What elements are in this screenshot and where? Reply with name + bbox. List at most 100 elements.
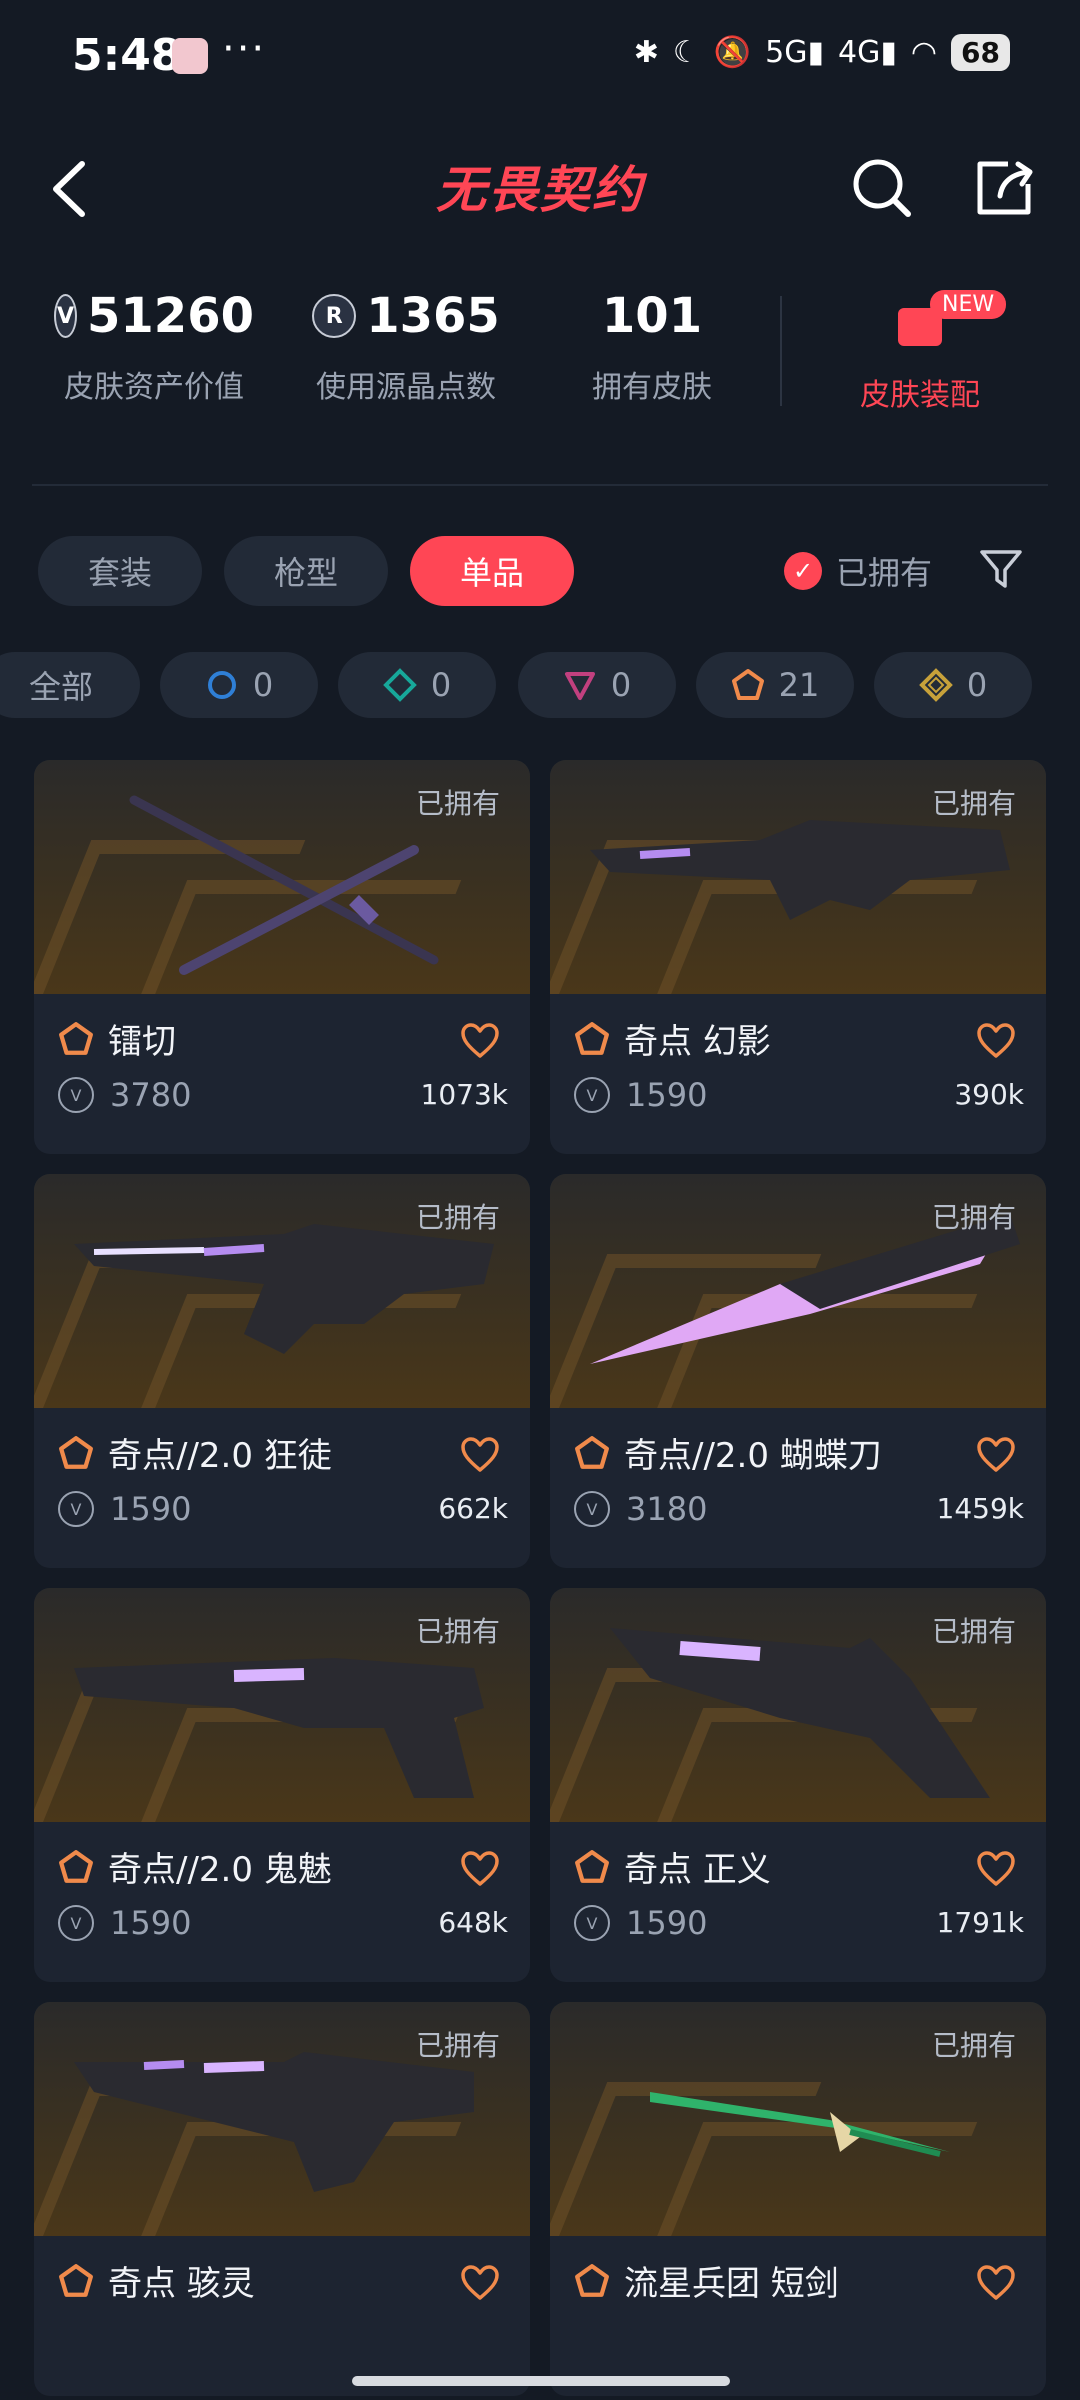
skin-image: 已拥有 [550,1174,1046,1408]
ultra-tier-icon [575,1435,609,1469]
tab-bundles[interactable]: 套装 [38,536,203,606]
owned-label: 已拥有 [931,2029,1016,2062]
owned-skins-stat: 101 拥有皮肤 [592,288,712,405]
category-tabs: 套装 枪型 单品 [38,536,575,606]
owned-label: 已拥有 [415,1615,500,1648]
skin-image: 已拥有 [34,760,530,994]
skin-name: 奇点//2.0 狂徒 [108,1436,332,1476]
checkmark-icon: ✓ [784,552,822,590]
skin-name: 奇点 骇灵 [108,2264,255,2304]
skin-price: 1590 [626,1076,708,1114]
favorite-heart-icon[interactable] [976,1850,1016,1888]
cell-signal-5g-icon: 5G▮ [765,35,824,70]
valorant-points-icon: V [574,1905,610,1941]
skin-image: 已拥有 [550,1588,1046,1822]
do-not-disturb-icon: ☾ [672,35,700,70]
favorite-heart-icon[interactable] [976,1436,1016,1474]
favorite-heart-icon[interactable] [460,1850,500,1888]
rarity-filter-chips: 全部 0 0 0 21 0 [0,652,1080,718]
favorite-heart-icon[interactable] [976,1022,1016,1060]
skin-card[interactable]: 已拥有奇点 骇灵 [34,2002,530,2396]
ultra-tier-icon [575,2263,609,2297]
skin-image: 已拥有 [550,760,1046,994]
page-title: 无畏契约 [436,161,644,219]
skin-price: 1590 [110,1490,192,1528]
mute-icon: 🔕 [713,35,752,70]
tab-single-items[interactable]: 单品 [410,536,575,606]
ultra-tier-icon [59,2263,93,2297]
skin-name: 奇点 幻影 [624,1022,771,1062]
skin-card[interactable]: 已拥有 奇点//2.0 鬼魅 V 1590 648k [34,1588,530,1982]
exclusive-tier-icon [918,668,953,702]
search-icon[interactable] [850,156,914,220]
like-count: 662k [438,1492,508,1525]
favorite-heart-icon[interactable] [976,2264,1016,2302]
select-tier-icon [207,671,236,699]
like-count: 1459k [936,1492,1024,1525]
more-notifications-icon: ··· [222,26,267,72]
skin-card[interactable]: 已拥有流星兵团 短剑 [550,2002,1046,2396]
deluxe-tier-icon [382,668,417,702]
skin-equip-button[interactable]: NEW 皮肤装配 [820,290,1020,414]
ultra-tier-icon [59,1435,93,1469]
valorant-points-icon: V [54,294,77,338]
wifi-icon: ◠ [910,35,938,70]
skin-card[interactable]: 已拥有镭切 V 3780 1073k [34,760,530,1154]
tab-weapon-type[interactable]: 枪型 [224,536,389,606]
cell-signal-4g-icon: 4G▮ [837,35,897,70]
chip-all[interactable]: 全部 [0,652,140,718]
asset-value-stat: V 51260 皮肤资产价值 [54,288,254,406]
skin-name: 镭切 [108,1022,176,1062]
chip-deluxe-tier[interactable]: 0 [338,652,496,718]
filter-icon[interactable] [978,546,1024,592]
owned-label: 已拥有 [931,1615,1016,1648]
owned-label: 已拥有 [415,1201,500,1234]
ultra-tier-icon [731,669,764,700]
battery-indicator: 68 [951,34,1010,71]
skin-card[interactable]: 已拥有 奇点 正义 V 1590 1791k [550,1588,1046,1982]
skin-card[interactable]: 已拥有奇点 幻影 V 1590 390k [550,760,1046,1154]
owned-filter-toggle[interactable]: ✓ 已拥有 [784,548,932,594]
asset-stats: V 51260 皮肤资产价值 R 1365 使用源晶点数 101 拥有皮肤 NEW … [0,270,1080,430]
home-indicator[interactable] [352,2376,730,2386]
chip-premium-tier[interactable]: 0 [518,652,676,718]
like-count: 648k [438,1906,508,1939]
chip-select-tier[interactable]: 0 [160,652,318,718]
chip-exclusive-tier[interactable]: 0 [874,652,1032,718]
valorant-points-icon: V [58,1077,94,1113]
skin-image: 已拥有 [34,2002,530,2236]
bluetooth-icon: ✱ [633,35,659,70]
radianite-stat: R 1365 使用源晶点数 [306,288,506,406]
skin-image: 已拥有 [34,1174,530,1408]
favorite-heart-icon[interactable] [460,2264,500,2302]
like-count: 390k [954,1078,1024,1111]
new-badge: NEW [930,290,1007,319]
skin-name: 流星兵团 短剑 [624,2264,839,2304]
stats-divider [780,296,782,406]
owned-label: 已拥有 [415,787,500,820]
skin-card[interactable]: 已拥有奇点//2.0 狂徒 V 1590 662k [34,1174,530,1568]
skin-card[interactable]: 已拥有 奇点//2.0 蝴蝶刀 V 3180 1459k [550,1174,1046,1568]
valorant-points-icon: V [574,1491,610,1527]
valorant-points-icon: V [574,1077,610,1113]
app-notification-icon [172,38,208,74]
valorant-points-icon: V [58,1491,94,1527]
chip-ultra-tier[interactable]: 21 [696,652,854,718]
ultra-tier-icon [59,1849,93,1883]
app-header: 无畏契约 [0,130,1080,250]
skin-image: 已拥有 [550,2002,1046,2236]
section-divider [32,484,1048,486]
ultra-tier-icon [575,1849,609,1883]
owned-label: 已拥有 [415,2029,500,2062]
skin-name: 奇点//2.0 蝴蝶刀 [624,1436,882,1476]
owned-label: 已拥有 [931,787,1016,820]
status-time: 5:48 [72,30,182,81]
skin-price: 3780 [110,1076,192,1114]
skin-price: 1590 [110,1904,192,1942]
like-count: 1073k [420,1078,508,1111]
skin-price: 1590 [626,1904,708,1942]
favorite-heart-icon[interactable] [460,1022,500,1060]
ultra-tier-icon [59,1021,93,1055]
favorite-heart-icon[interactable] [460,1436,500,1474]
share-icon[interactable] [972,156,1036,220]
